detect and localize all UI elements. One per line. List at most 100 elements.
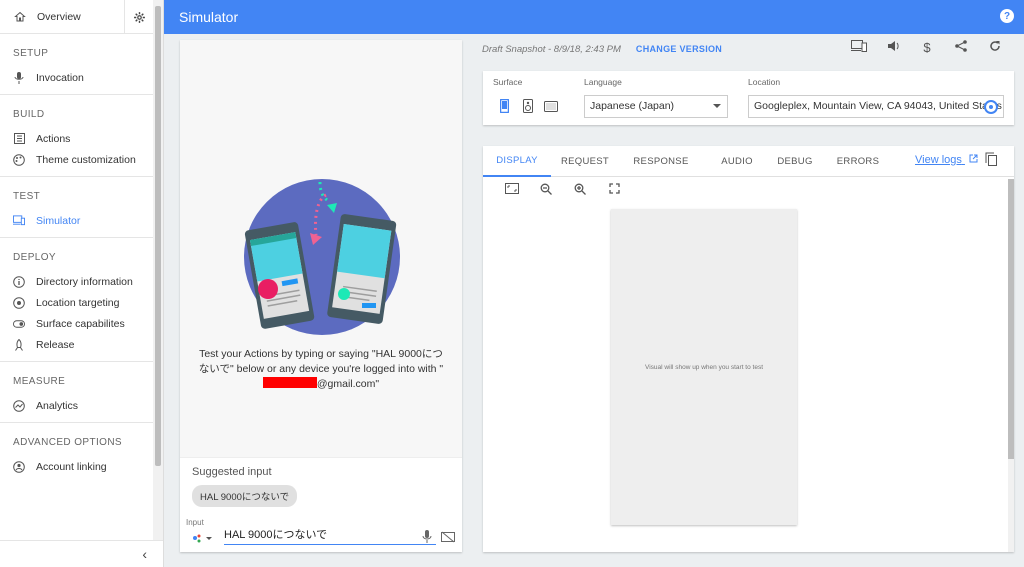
open-in-new-icon — [969, 154, 978, 163]
trend-icon — [13, 399, 25, 412]
help-icon[interactable]: ? — [1000, 9, 1014, 23]
input-area: Input HAL 9000につないで — [180, 517, 462, 552]
sidebar-item-location-targeting[interactable]: Location targeting — [0, 292, 163, 313]
account-icon — [13, 460, 25, 473]
sidebar-item-overview[interactable]: Overview — [0, 0, 122, 33]
language-value: Japanese (Japan) — [590, 100, 675, 112]
view-logs-label: View logs — [915, 154, 962, 166]
sidebar-item-simulator[interactable]: Simulator — [0, 210, 163, 231]
page-title: Simulator — [179, 9, 239, 25]
snapshot-bar: Draft Snapshot - 8/9/18, 2:43 PM CHANGE … — [482, 40, 1014, 58]
tab-response[interactable]: RESPONSE — [619, 146, 703, 177]
sidebar-item-theme-customization[interactable]: Theme customization — [0, 149, 163, 170]
sidebar-item-release[interactable]: Release — [0, 334, 163, 355]
tab-audio[interactable]: AUDIO — [703, 146, 771, 177]
visual-placeholder-text: Visual will show up when you start to te… — [644, 363, 764, 371]
tab-debug[interactable]: DEBUG — [771, 146, 819, 177]
location-value: Googleplex, Mountain View, CA 94043, Uni… — [754, 100, 1002, 112]
settings-card: Surface Language Japanese (Japan) Locati… — [483, 71, 1014, 125]
sidebar-item-analytics[interactable]: Analytics — [0, 395, 163, 416]
copy-icon[interactable] — [985, 152, 997, 169]
section-heading: TEST — [13, 191, 41, 202]
section-heading: BUILD — [13, 109, 45, 120]
sidebar-item-label: Analytics — [36, 399, 79, 412]
zoom-out-icon[interactable] — [539, 183, 553, 198]
devices-icon — [13, 215, 25, 227]
section-heading: SETUP — [13, 48, 49, 59]
welcome-text: Test your Actions by typing or saying "H… — [198, 348, 444, 375]
tab-request[interactable]: REQUEST — [551, 146, 619, 177]
chevron-down-icon — [713, 104, 721, 108]
sidebar-item-label: Overview — [37, 10, 81, 23]
display-icon[interactable] — [544, 101, 558, 115]
palette-icon — [13, 153, 25, 166]
location-label: Location — [748, 77, 781, 87]
sidebar-section-test: TEST Simulator — [0, 177, 163, 238]
tab-display[interactable]: DISPLAY — [483, 146, 551, 177]
change-version-button[interactable]: CHANGE VERSION — [636, 44, 722, 54]
section-heading: ADVANCED OPTIONS — [13, 437, 123, 448]
speaker-icon[interactable] — [523, 99, 533, 116]
collapse-sidebar-button[interactable]: ‹ — [0, 540, 163, 567]
input-label: Input — [186, 518, 204, 527]
tab-errors[interactable]: ERRORS — [819, 146, 897, 177]
sidebar-section-setup: SETUP Invocation — [0, 34, 163, 95]
dollar-icon[interactable]: $ — [918, 40, 936, 55]
welcome-message: Test your Actions by typing or saying "H… — [198, 347, 444, 392]
screen-off-icon[interactable] — [441, 531, 455, 546]
sidebar-item-label: Actions — [36, 132, 71, 145]
sidebar-item-label: Account linking — [36, 460, 107, 473]
phone-icon[interactable] — [499, 98, 510, 116]
sidebar-item-label: Simulator — [36, 214, 81, 227]
sidebar-item-label: Directory information — [36, 275, 133, 288]
refresh-icon[interactable] — [986, 40, 1004, 55]
suggested-input-title: Suggested input — [192, 466, 272, 478]
mic-icon[interactable] — [422, 530, 432, 547]
surface-label: Surface — [493, 77, 523, 87]
chevron-left-icon: ‹ — [142, 546, 147, 562]
sidebar-item-actions[interactable]: Actions — [0, 128, 163, 149]
share-icon[interactable] — [952, 40, 970, 55]
devices-icon[interactable] — [850, 40, 868, 55]
section-heading: MEASURE — [13, 376, 66, 387]
panel-scrollbar-thumb[interactable] — [1008, 179, 1014, 459]
draft-snapshot-label: Draft Snapshot - 8/9/18, 2:43 PM — [482, 43, 621, 55]
sidebar-item-surface-capabilites[interactable]: Surface capabilites — [0, 313, 163, 334]
sidebar-item-label: Location targeting — [36, 296, 120, 309]
my-location-icon[interactable] — [984, 100, 998, 114]
rocket-icon — [13, 338, 25, 351]
sidebar-section-build: BUILD Actions Theme customization — [0, 95, 163, 177]
query-input[interactable]: HAL 9000につないで — [224, 528, 436, 545]
sidebar-section-deploy: DEPLOY Directory information Location ta… — [0, 238, 163, 362]
sidebar-item-label: Theme customization — [36, 153, 136, 166]
sidebar-scrollbar[interactable] — [153, 0, 163, 540]
zoom-in-icon[interactable] — [573, 183, 587, 198]
panel-scrollbar[interactable] — [1008, 179, 1014, 552]
sidebar-item-account-linking[interactable]: Account linking — [0, 456, 163, 477]
output-panel: DISPLAY REQUEST RESPONSE AUDIO DEBUG ERR… — [483, 146, 1014, 552]
view-logs-link[interactable]: View logs — [915, 154, 978, 166]
volume-icon[interactable] — [884, 40, 902, 55]
visual-output-area: Visual will show up when you start to te… — [611, 209, 797, 525]
devices-illustration — [244, 179, 400, 335]
fit-screen-icon[interactable] — [505, 183, 519, 198]
location-input[interactable]: Googleplex, Mountain View, CA 94043, Uni… — [748, 95, 1004, 118]
fullscreen-icon[interactable] — [607, 183, 621, 198]
sidebar-item-label: Release — [36, 338, 75, 351]
language-select[interactable]: Japanese (Japan) — [584, 95, 728, 118]
assistant-dropdown-icon[interactable] — [192, 533, 214, 543]
section-heading: DEPLOY — [13, 252, 56, 263]
suggested-input-section: Suggested input HAL 9000につないで — [180, 457, 462, 521]
app-header: Simulator ? — [164, 0, 1024, 34]
sidebar-section-measure: MEASURE Analytics — [0, 362, 163, 423]
welcome-email-domain: @gmail.com" — [316, 378, 380, 390]
gear-icon[interactable] — [124, 0, 154, 34]
sidebar-section-advanced: ADVANCED OPTIONS Account linking — [0, 423, 163, 477]
sidebar-item-directory-information[interactable]: Directory information — [0, 271, 163, 292]
pin-icon — [13, 296, 25, 309]
redacted-email — [262, 377, 317, 388]
sidebar-scrollbar-thumb[interactable] — [155, 6, 161, 466]
suggestion-chip[interactable]: HAL 9000につないで — [192, 485, 298, 507]
toggle-icon — [13, 318, 25, 330]
sidebar-item-invocation[interactable]: Invocation — [0, 67, 163, 88]
